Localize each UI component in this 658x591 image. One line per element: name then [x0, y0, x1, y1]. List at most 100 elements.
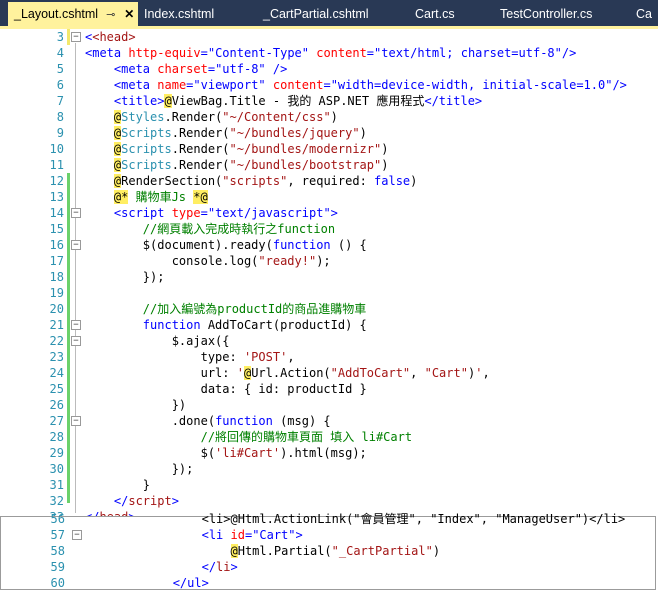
code-text: "viewport"	[193, 78, 266, 92]
code-line: 12 @RenderSection("scripts", required: f…	[0, 173, 658, 189]
code-text: li	[216, 560, 231, 574]
code-text: "_CartPartial"	[331, 544, 433, 558]
line-number: 25	[49, 382, 64, 396]
code-line: 29 $('li#Cart').html(msg);	[0, 445, 658, 461]
line-number: 15	[49, 222, 64, 236]
code-text: "scripts"	[222, 174, 288, 188]
code-text: .Render(	[171, 142, 230, 156]
document-tab-bar: _Layout.cshtml ⊸ ✕ Index.cshtml _CartParti…	[0, 0, 658, 26]
line-number: 58	[50, 544, 65, 558]
code-text: .Render(	[171, 126, 230, 140]
code-text: =	[323, 78, 331, 92]
code-line: 27 − .done(function (msg) {	[0, 413, 658, 429]
line-number: 5	[56, 62, 64, 76]
code-text: "ready!"	[258, 254, 317, 268]
code-text: });	[171, 462, 194, 476]
tab-testcontroller-cs[interactable]: TestController.cs	[500, 0, 592, 26]
line-number: 9	[56, 126, 64, 140]
code-text: ).html(msg);	[280, 446, 367, 460]
code-line: 22 − $.ajax({	[0, 333, 658, 349]
code-text: function	[215, 414, 273, 428]
code-text: () {	[330, 238, 367, 252]
code-line: 24 url: '@Url.Action("AddToCart", "Cart"…	[0, 365, 658, 381]
code-text: });	[142, 270, 165, 284]
code-text: =	[200, 46, 208, 60]
code-text: , required:	[287, 174, 375, 188]
code-text: <title>	[113, 94, 165, 108]
code-text: .Render(	[164, 110, 223, 124]
code-text: Html.Partial(	[237, 544, 332, 558]
collapse-icon[interactable]: −	[71, 240, 81, 250]
tab-label: Ca	[636, 7, 652, 21]
code-text: url:	[200, 366, 237, 380]
tab-index-cshtml[interactable]: Index.cshtml	[144, 0, 214, 26]
code-line: 58 @Html.Partial("_CartPartial")	[1, 543, 658, 559]
line-number: 19	[49, 286, 64, 300]
code-text: />	[265, 62, 288, 76]
code-text: "~/Content/css"	[222, 110, 331, 124]
code-text: console.log(	[171, 254, 259, 268]
code-line: 5 <meta charset="utf-8" />	[0, 61, 658, 77]
code-text: @*	[113, 190, 129, 204]
code-text: Scripts	[121, 158, 172, 172]
code-line: 19	[0, 285, 658, 301]
line-number: 60	[50, 576, 65, 590]
tab-label: _CartPartial.cshtml	[263, 7, 369, 21]
collapse-icon[interactable]: −	[72, 530, 82, 540]
tab-layout-cshtml[interactable]: _Layout.cshtml ⊸ ✕	[8, 2, 138, 26]
line-number: 12	[49, 174, 64, 188]
code-text: >	[230, 560, 238, 574]
line-number: 24	[49, 366, 64, 380]
code-text: @	[230, 544, 238, 558]
code-text: type:	[200, 350, 244, 364]
code-line: 21 − function AddToCart(productId) {	[0, 317, 658, 333]
pin-icon[interactable]: ⊸	[106, 3, 115, 28]
tab-cart-cs[interactable]: Cart.cs	[415, 0, 455, 26]
code-text: function	[272, 238, 331, 252]
line-number: 57	[50, 528, 65, 542]
code-text: />	[561, 46, 577, 60]
collapse-icon[interactable]: −	[71, 336, 81, 346]
code-text: 購物車Js	[128, 190, 194, 204]
close-icon[interactable]: ✕	[124, 2, 134, 27]
line-number: 26	[49, 398, 64, 412]
tab-cart-overflow[interactable]: Ca	[636, 0, 652, 26]
code-line: 15 //網頁載入完成時執行之function	[0, 221, 658, 237]
code-text: $.ajax({	[171, 334, 230, 348]
tab-label: TestController.cs	[500, 7, 593, 21]
code-text: content	[265, 78, 324, 92]
code-line: 60 </ul>	[1, 575, 658, 591]
code-line: 7 <title>@ViewBag.Title - 我的 ASP.NET 應用程…	[0, 93, 658, 109]
line-number: 11	[49, 158, 64, 172]
line-number: 3	[56, 30, 64, 44]
collapse-icon[interactable]: −	[71, 416, 81, 426]
tab-cartpartial-cshtml[interactable]: _CartPartial.cshtml	[263, 0, 369, 26]
code-text: >	[295, 528, 303, 542]
line-number: 30	[49, 462, 64, 476]
code-text: //加入編號為productId的商品進購物車	[142, 302, 367, 316]
line-number: 27	[49, 414, 64, 428]
code-line: 23 type: 'POST',	[0, 349, 658, 365]
code-text: </title>	[424, 94, 483, 108]
code-line: 9 @Scripts.Render("~/bundles/jquery")	[0, 125, 658, 141]
code-text: "Cart"	[424, 366, 468, 380]
line-number: 23	[49, 350, 64, 364]
code-line: 13 @* 購物車Js *@	[0, 189, 658, 205]
code-text: Scripts	[121, 142, 172, 156]
collapse-icon[interactable]: −	[71, 208, 81, 218]
collapse-icon[interactable]: −	[71, 32, 81, 42]
code-text: )	[381, 158, 389, 172]
collapse-icon[interactable]: −	[71, 320, 81, 330]
line-number: 32	[49, 494, 64, 508]
code-line: 4 <meta http-equiv="Content-Type" conten…	[0, 45, 658, 61]
code-text: type	[171, 206, 201, 220]
line-number: 59	[50, 560, 65, 574]
split-editor-pane[interactable]: 56 <li>@Html.ActionLink("會員管理", "Index",…	[0, 512, 658, 591]
code-editor[interactable]: 3 − <<head> 4 <meta http-equiv="Content-…	[0, 29, 658, 590]
code-text: "text/html; charset=utf-8"	[374, 46, 562, 60]
code-text: </	[201, 560, 217, 574]
code-text: =	[200, 206, 208, 220]
code-text: >	[171, 494, 179, 508]
code-text: script	[128, 494, 172, 508]
code-text: "~/bundles/bootstrap"	[229, 158, 382, 172]
